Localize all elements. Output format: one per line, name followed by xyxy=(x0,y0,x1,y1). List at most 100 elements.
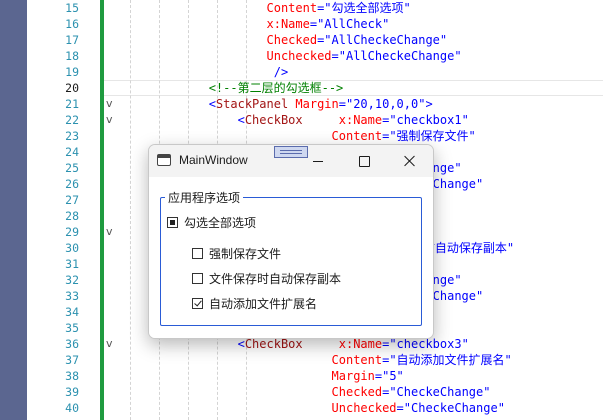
checkbox-checked-icon xyxy=(192,298,203,309)
left-tool-strip xyxy=(0,0,27,420)
code-token: Unchecked xyxy=(122,49,332,63)
groupbox-header: 应用程序选项 xyxy=(165,189,244,206)
minimize-button[interactable] xyxy=(295,145,341,177)
checkbox-label: 文件保存时自动保存副本 xyxy=(209,272,342,286)
code-line[interactable]: Margin="5" xyxy=(122,368,404,384)
line-number: 35 xyxy=(65,321,79,335)
line-number: 38 xyxy=(65,369,79,383)
window-content: 应用程序选项 勾选全部选项 强制保存文件 文件保存时自动保存副本 自动添加文件扩… xyxy=(149,177,433,338)
line-number: 25 xyxy=(65,161,79,175)
code-token: ="20,10,0,0" xyxy=(338,97,426,111)
fold-toggle-icon[interactable]: v xyxy=(106,224,118,240)
code-token: x:Name xyxy=(302,337,383,351)
line-number: 20 xyxy=(65,81,79,95)
line-number: 23 xyxy=(65,129,79,143)
code-line[interactable]: Content="勾选全部选项" xyxy=(122,0,411,16)
window-app-icon xyxy=(157,154,171,166)
change-tracking-bar xyxy=(100,0,104,420)
line-number: 15 xyxy=(65,1,79,15)
code-token: <!--第二层的勾选框--> xyxy=(122,81,344,95)
line-number: 39 xyxy=(65,385,79,399)
code-token: ="AllCheck" xyxy=(309,17,390,31)
code-token: ="checkbox3" xyxy=(382,337,469,351)
code-line[interactable]: x:Name="AllCheck" xyxy=(122,16,389,32)
code-token: Content xyxy=(122,353,383,367)
code-token: Margin xyxy=(288,97,339,111)
code-token: Content xyxy=(122,129,383,143)
checkbox-auto-backup[interactable]: 文件保存时自动保存副本 xyxy=(192,270,341,287)
window-titlebar[interactable]: MainWindow xyxy=(149,145,433,177)
line-number: 33 xyxy=(65,289,79,303)
checkbox-unchecked-icon xyxy=(192,273,203,284)
fold-toggle-icon[interactable]: v xyxy=(106,112,118,128)
code-token: Unchecked xyxy=(122,401,397,415)
code-line[interactable]: <StackPanel Margin="20,10,0,0"> xyxy=(122,96,433,112)
code-token: ="AllCheckeChange" xyxy=(317,33,448,47)
code-token: CheckBox xyxy=(244,337,303,351)
code-token: < xyxy=(122,97,216,111)
line-number: 29 xyxy=(65,225,79,239)
code-line[interactable]: Content="强制保存文件" xyxy=(122,128,476,144)
code-token: Checked xyxy=(122,385,383,399)
code-token: Checked xyxy=(122,33,318,47)
line-number: 37 xyxy=(65,353,79,367)
code-token: Margin xyxy=(122,369,375,383)
code-line[interactable]: Unchecked="AllCheckeChange" xyxy=(122,48,462,64)
code-line[interactable]: Checked="CheckeChange" xyxy=(122,384,491,400)
line-number: 31 xyxy=(65,257,79,271)
code-line[interactable]: <!--第二层的勾选框--> xyxy=(122,80,344,96)
line-number: 26 xyxy=(65,177,79,191)
main-window: MainWindow 应用程序选项 勾选全部选项 强制保存文件 文件保存时自动保… xyxy=(148,144,434,339)
line-number: 16 xyxy=(65,17,79,31)
code-token: ="checkbox1" xyxy=(382,113,469,127)
close-button[interactable] xyxy=(387,145,433,177)
line-number: 22 xyxy=(65,113,79,127)
line-number: 30 xyxy=(65,241,79,255)
code-token: < xyxy=(122,337,245,351)
code-token: ="自动添加文件扩展名" xyxy=(382,353,512,367)
checkbox-select-all[interactable]: 勾选全部选项 xyxy=(167,214,256,231)
line-number: 32 xyxy=(65,273,79,287)
code-token: /> xyxy=(122,65,289,79)
line-number: 17 xyxy=(65,33,79,47)
code-token: ="勾选全部选项" xyxy=(317,1,411,15)
code-token: Content xyxy=(122,1,318,15)
code-token: ="5" xyxy=(374,369,404,383)
minimize-icon xyxy=(313,160,323,162)
maximize-button[interactable] xyxy=(341,145,387,177)
code-token: CheckBox xyxy=(244,113,303,127)
code-token: ="CheckeChange" xyxy=(382,385,491,399)
maximize-icon xyxy=(358,155,370,167)
fold-toggle-icon[interactable]: v xyxy=(106,336,118,352)
line-number: 36 xyxy=(65,337,79,351)
code-token: ="AllCheckeChange" xyxy=(331,49,462,63)
code-line[interactable]: <CheckBox x:Name="checkbox1" xyxy=(122,112,469,128)
line-number: 24 xyxy=(65,145,79,159)
code-token: StackPanel xyxy=(215,97,289,111)
line-number: 18 xyxy=(65,49,79,63)
code-token: ="强制保存文件" xyxy=(382,129,476,143)
line-number: 27 xyxy=(65,193,79,207)
checkbox-label: 强制保存文件 xyxy=(209,247,282,261)
code-line[interactable]: Content="自动添加文件扩展名" xyxy=(122,352,512,368)
code-token: x:Name xyxy=(302,113,383,127)
line-number: 40 xyxy=(65,401,79,415)
line-number: 28 xyxy=(65,209,79,223)
code-line[interactable]: Checked="AllCheckeChange" xyxy=(122,32,447,48)
code-token: < xyxy=(122,113,245,127)
checkbox-unchecked-icon xyxy=(192,248,203,259)
code-token: x:Name xyxy=(122,17,310,31)
checkbox-indeterminate-icon xyxy=(167,217,178,228)
code-token: ="CheckeChange" xyxy=(396,401,505,415)
code-token: > xyxy=(425,97,433,111)
code-line[interactable]: Unchecked="CheckeChange" xyxy=(122,400,505,416)
checkbox-label: 自动添加文件扩展名 xyxy=(209,297,318,311)
checkbox-force-save[interactable]: 强制保存文件 xyxy=(192,245,281,262)
line-number: 21 xyxy=(65,97,79,111)
fold-toggle-icon[interactable]: v xyxy=(106,96,118,112)
code-line[interactable]: /> xyxy=(122,64,288,80)
window-title: MainWindow xyxy=(179,153,248,167)
line-number: 34 xyxy=(65,305,79,319)
line-number: 19 xyxy=(65,65,79,79)
checkbox-auto-extension[interactable]: 自动添加文件扩展名 xyxy=(192,295,317,312)
